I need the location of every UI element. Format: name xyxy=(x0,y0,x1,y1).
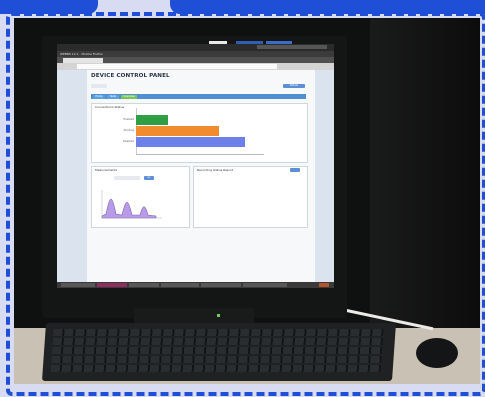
dark-wall xyxy=(370,18,480,328)
browser-toolbar xyxy=(57,63,334,70)
power-led xyxy=(217,314,220,317)
small-tab-button[interactable] xyxy=(91,84,107,88)
measurement-waveform xyxy=(101,190,162,219)
measurements-title: Measurements xyxy=(95,168,118,172)
taskbar-item-7[interactable] xyxy=(319,283,329,287)
nav-item-overview[interactable]: Overview xyxy=(121,94,137,99)
connections-chart: Connections Status Enabled Pending Disab… xyxy=(91,103,308,163)
taskbar-item-2[interactable] xyxy=(97,283,127,287)
bar-label-pending: Pending xyxy=(123,129,134,132)
refresh-button[interactable]: Refresh xyxy=(283,84,305,88)
bar-label-enabled: Enabled xyxy=(123,118,134,121)
key-row xyxy=(52,338,383,345)
bar-label-disabled: Disabled xyxy=(122,140,134,143)
bar-disabled xyxy=(136,137,245,147)
taskbar xyxy=(57,282,334,288)
nav-item-stats[interactable]: Stats xyxy=(107,94,119,99)
key-row xyxy=(51,356,382,363)
nav-item-home[interactable]: Home xyxy=(93,94,105,99)
system-tray xyxy=(257,45,327,49)
desktop-top-bar xyxy=(57,44,334,51)
recording-title: Recording status Report xyxy=(197,168,234,172)
monitor-screen: WEBBS 12.1 - Mozilla Firefox DEVICE CONT… xyxy=(57,44,334,288)
page-content: DEVICE CONTROL PANEL Refresh Home Stats … xyxy=(87,70,315,282)
browser-title: WEBBS 12.1 - Mozilla Firefox xyxy=(60,52,103,56)
taskbar-item-4[interactable] xyxy=(161,283,199,287)
top-left-frame-segment xyxy=(0,0,98,14)
taskbar-item-6[interactable] xyxy=(243,283,287,287)
top-right-frame-segment xyxy=(170,0,485,14)
go-button[interactable]: Go xyxy=(144,176,154,180)
recording-button[interactable] xyxy=(290,168,300,172)
recording-panel: Recording status Report xyxy=(193,166,308,228)
chart-x-axis xyxy=(136,154,264,155)
key-row xyxy=(53,329,384,336)
url-input[interactable] xyxy=(77,64,277,69)
keyboard xyxy=(41,323,397,381)
chart-section-label: Connections Status xyxy=(95,105,125,109)
photo: WEBBS 12.1 - Mozilla Firefox DEVICE CONT… xyxy=(14,18,480,384)
bar-pending xyxy=(136,126,220,136)
key-row xyxy=(51,347,383,354)
measurements-panel: Measurements Go xyxy=(91,166,190,228)
web-page: DEVICE CONTROL PANEL Refresh Home Stats … xyxy=(57,70,334,282)
page-title: DEVICE CONTROL PANEL xyxy=(91,73,170,79)
measure-select[interactable] xyxy=(114,176,140,180)
bar-enabled xyxy=(136,115,168,125)
computer-mouse xyxy=(416,338,458,368)
nav-bar: Home Stats Overview xyxy=(91,94,306,99)
key-row xyxy=(50,365,382,372)
taskbar-item-5[interactable] xyxy=(201,283,241,287)
taskbar-item-1[interactable] xyxy=(61,283,95,287)
taskbar-item-3[interactable] xyxy=(129,283,159,287)
